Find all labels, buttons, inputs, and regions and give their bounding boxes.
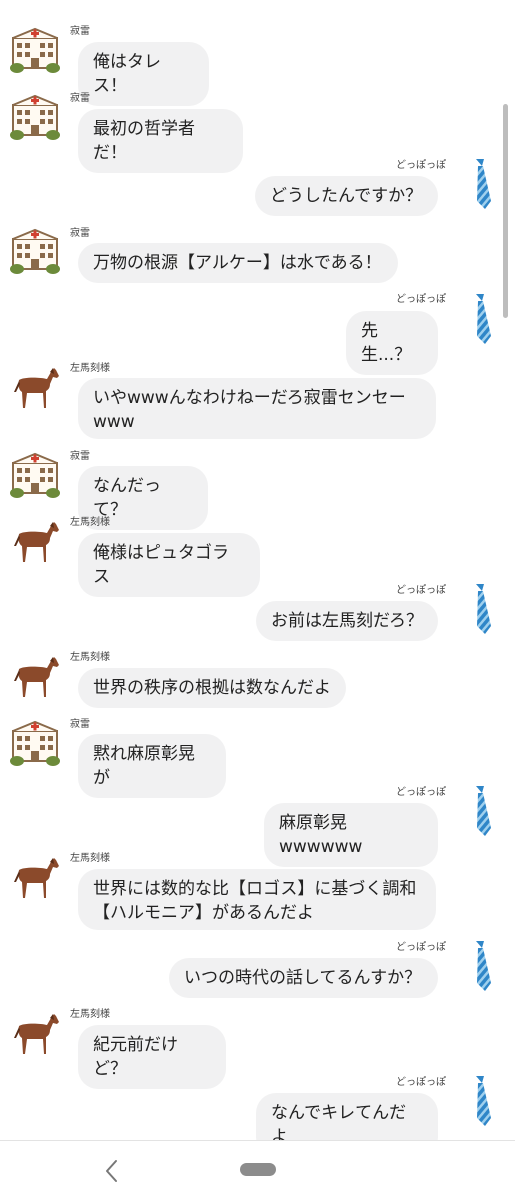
message-bubble[interactable]: 黙れ麻原彰晃が bbox=[78, 734, 226, 798]
home-pill-icon[interactable] bbox=[240, 1163, 276, 1176]
message-bubble[interactable]: 紀元前だけど？ bbox=[78, 1025, 226, 1089]
message-bubble[interactable]: どうしたんですか？ bbox=[255, 176, 438, 216]
tie-avatar-icon[interactable] bbox=[467, 292, 497, 346]
horse-avatar-icon[interactable] bbox=[9, 516, 61, 568]
back-chevron-icon[interactable] bbox=[100, 1157, 124, 1185]
chat-area[interactable]: 寂雷 俺はタレス！ 寂雷 最初の哲学者だ！ どっぽっぽ どうしたんですか？ 寂雷… bbox=[0, 0, 515, 1157]
sender-name: どっぽっぽ bbox=[396, 1077, 446, 1088]
horse-avatar-icon[interactable] bbox=[9, 651, 61, 703]
message-bubble[interactable]: 俺はタレス！ bbox=[78, 42, 209, 106]
hospital-avatar-icon[interactable] bbox=[9, 225, 61, 277]
tie-avatar-icon[interactable] bbox=[467, 157, 497, 211]
sender-name: 寂雷 bbox=[70, 26, 90, 37]
tie-avatar-icon[interactable] bbox=[467, 939, 497, 993]
horse-avatar-icon[interactable] bbox=[9, 1008, 61, 1060]
message-bubble[interactable]: 俺様はピュタゴラス bbox=[78, 533, 260, 597]
horse-avatar-icon[interactable] bbox=[9, 362, 61, 414]
message-bubble[interactable]: 麻原彰晃wwwwww bbox=[264, 803, 438, 867]
horse-avatar-icon[interactable] bbox=[9, 852, 61, 904]
sender-name: 左馬刻様 bbox=[70, 652, 110, 663]
sender-name: 左馬刻様 bbox=[70, 517, 110, 528]
scrollbar[interactable] bbox=[503, 104, 508, 318]
message-bubble[interactable]: 世界の秩序の根拠は数なんだよ bbox=[78, 668, 346, 708]
message-bubble[interactable]: 先生...？ bbox=[346, 311, 438, 375]
sender-name: 左馬刻様 bbox=[70, 363, 110, 374]
message-bubble[interactable]: 世界には数的な比【ロゴス】に基づく調和 【ハルモニア】があるんだよ bbox=[78, 869, 436, 930]
hospital-avatar-icon[interactable] bbox=[9, 717, 61, 769]
message-bubble[interactable]: いつの時代の話してるんすか？ bbox=[169, 958, 438, 998]
sender-name: 寂雷 bbox=[70, 93, 90, 104]
sender-name: 寂雷 bbox=[70, 228, 90, 239]
hospital-avatar-icon[interactable] bbox=[9, 449, 61, 501]
message-bubble[interactable]: いやwwwんなわけねーだろ寂雷センセー www bbox=[78, 378, 436, 439]
sender-name: 寂雷 bbox=[70, 719, 90, 730]
sender-name: どっぽっぽ bbox=[396, 942, 446, 953]
message-bubble[interactable]: 最初の哲学者だ！ bbox=[78, 109, 243, 173]
sender-name: どっぽっぽ bbox=[396, 787, 446, 798]
sender-name: 左馬刻様 bbox=[70, 1009, 110, 1020]
tie-avatar-icon[interactable] bbox=[467, 1074, 497, 1128]
sender-name: どっぽっぽ bbox=[396, 160, 446, 171]
tie-avatar-icon[interactable] bbox=[467, 582, 497, 636]
sender-name: 寂雷 bbox=[70, 451, 90, 462]
sender-name: どっぽっぽ bbox=[396, 585, 446, 596]
sender-name: どっぽっぽ bbox=[396, 294, 446, 305]
message-bubble[interactable]: お前は左馬刻だろ？ bbox=[256, 601, 438, 641]
sender-name: 左馬刻様 bbox=[70, 853, 110, 864]
hospital-avatar-icon[interactable] bbox=[9, 24, 61, 76]
tie-avatar-icon[interactable] bbox=[467, 784, 497, 838]
message-bubble[interactable]: 万物の根源【アルケー】は水である！ bbox=[78, 243, 398, 283]
hospital-avatar-icon[interactable] bbox=[9, 91, 61, 143]
